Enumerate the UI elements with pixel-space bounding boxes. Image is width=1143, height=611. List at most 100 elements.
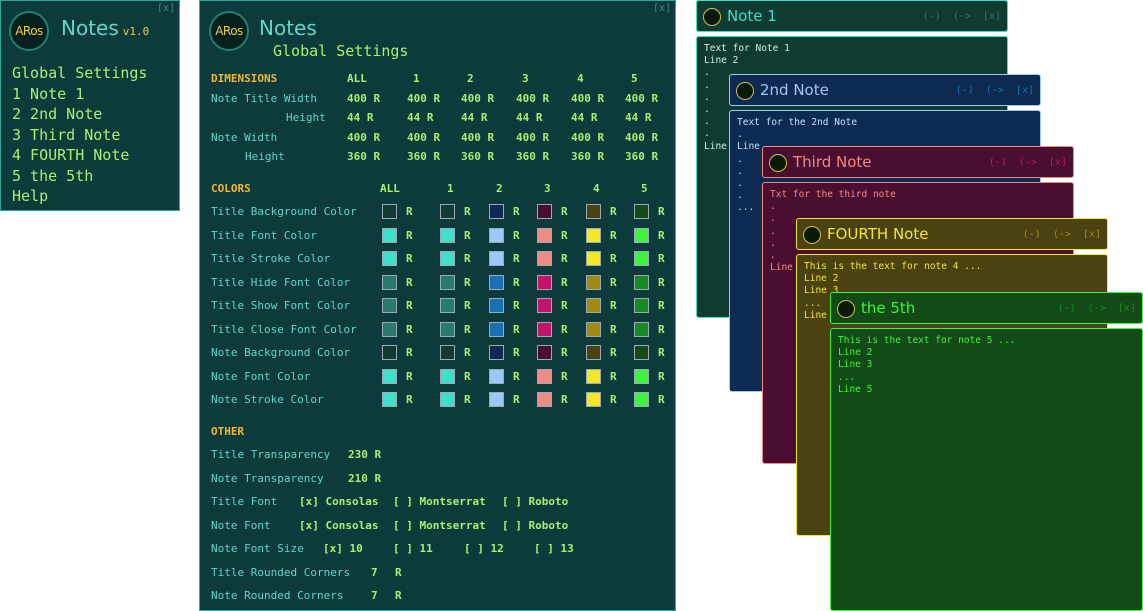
menu-item[interactable]: Global Settings bbox=[12, 63, 147, 84]
color-swatch[interactable] bbox=[537, 227, 552, 243]
note-title-bar[interactable]: Note 1 (-) (-> [x] bbox=[696, 0, 1008, 32]
color-swatch[interactable] bbox=[489, 274, 504, 290]
color-swatch[interactable] bbox=[634, 392, 649, 407]
note-rounded-corners-reset[interactable]: R bbox=[395, 589, 402, 602]
color-swatch[interactable] bbox=[586, 227, 601, 243]
reset-button[interactable]: R bbox=[406, 370, 413, 383]
color-swatch[interactable] bbox=[537, 392, 552, 407]
reset-button[interactable]: R bbox=[658, 205, 665, 218]
color-swatch[interactable] bbox=[586, 368, 601, 384]
note-font-size-option[interactable]: [ ] 11 bbox=[393, 542, 433, 555]
reset-button[interactable]: R bbox=[464, 276, 471, 289]
note-title-bar[interactable]: FOURTH Note (-) (-> [x] bbox=[796, 218, 1108, 250]
note-font-option[interactable]: [ ] Roboto bbox=[502, 519, 568, 532]
color-swatch[interactable] bbox=[586, 321, 601, 337]
menu-item[interactable]: 5 the 5th bbox=[12, 166, 147, 187]
color-swatch[interactable] bbox=[586, 298, 601, 313]
color-swatch[interactable] bbox=[440, 204, 455, 219]
dimension-value[interactable]: 360 R bbox=[571, 150, 604, 163]
note-transparency-value[interactable]: 210 R bbox=[348, 472, 381, 485]
note-font-size-option[interactable]: [ ] 12 bbox=[464, 542, 504, 555]
dimension-value[interactable]: 400 R bbox=[571, 92, 604, 105]
color-swatch[interactable] bbox=[634, 321, 649, 337]
note-controls[interactable]: (-) (-> [x] bbox=[1058, 303, 1136, 314]
color-swatch[interactable] bbox=[634, 274, 649, 290]
color-swatch[interactable] bbox=[634, 251, 649, 266]
dimension-value[interactable]: 44 R bbox=[461, 111, 488, 124]
color-swatch[interactable] bbox=[382, 345, 397, 360]
dimension-value[interactable]: 400 R bbox=[516, 131, 549, 144]
reset-button[interactable]: R bbox=[610, 205, 617, 218]
color-swatch[interactable] bbox=[537, 345, 552, 360]
color-swatch[interactable] bbox=[489, 204, 504, 219]
note-font-size-option[interactable]: [x] 10 bbox=[323, 542, 363, 555]
dimension-value[interactable]: 44 R bbox=[407, 111, 434, 124]
color-swatch[interactable] bbox=[586, 392, 601, 407]
settings-close-button[interactable]: [x] bbox=[653, 3, 671, 14]
reset-button[interactable]: R bbox=[513, 370, 520, 383]
reset-button[interactable]: R bbox=[406, 252, 413, 265]
reset-button[interactable]: R bbox=[561, 276, 568, 289]
note-title-bar[interactable]: the 5th (-) (-> [x] bbox=[830, 292, 1143, 324]
reset-button[interactable]: R bbox=[464, 299, 471, 312]
color-swatch[interactable] bbox=[489, 298, 504, 313]
note-controls[interactable]: (-) (-> [x] bbox=[1023, 229, 1101, 240]
color-swatch[interactable] bbox=[537, 368, 552, 384]
reset-button[interactable]: R bbox=[658, 276, 665, 289]
color-swatch[interactable] bbox=[489, 368, 504, 384]
menu-item[interactable]: 2 2nd Note bbox=[12, 104, 147, 125]
reset-button[interactable]: R bbox=[658, 252, 665, 265]
dimension-value[interactable]: 400 R bbox=[461, 92, 494, 105]
color-swatch[interactable] bbox=[537, 298, 552, 313]
note-controls[interactable]: (-) (-> [x] bbox=[956, 85, 1034, 96]
color-swatch[interactable] bbox=[634, 227, 649, 243]
color-swatch[interactable] bbox=[382, 392, 397, 407]
dimension-value[interactable]: 400 R bbox=[625, 131, 658, 144]
dimension-value[interactable]: 400 R bbox=[516, 92, 549, 105]
reset-button[interactable]: R bbox=[513, 276, 520, 289]
color-swatch[interactable] bbox=[634, 345, 649, 360]
title-rounded-corners-reset[interactable]: R bbox=[395, 566, 402, 579]
color-swatch[interactable] bbox=[537, 274, 552, 290]
color-swatch[interactable] bbox=[382, 227, 397, 243]
dimension-value[interactable]: 44 R bbox=[625, 111, 652, 124]
reset-button[interactable]: R bbox=[658, 370, 665, 383]
color-swatch[interactable] bbox=[440, 345, 455, 360]
color-swatch[interactable] bbox=[586, 345, 601, 360]
note-title-bar[interactable]: 2nd Note (-) (-> [x] bbox=[729, 74, 1041, 106]
menu-item[interactable]: 1 Note 1 bbox=[12, 84, 147, 105]
reset-button[interactable]: R bbox=[513, 346, 520, 359]
color-swatch[interactable] bbox=[440, 298, 455, 313]
reset-button[interactable]: R bbox=[406, 299, 413, 312]
reset-button[interactable]: R bbox=[658, 393, 665, 406]
reset-button[interactable]: R bbox=[561, 252, 568, 265]
reset-button[interactable]: R bbox=[561, 393, 568, 406]
reset-button[interactable]: R bbox=[406, 205, 413, 218]
note-body[interactable]: This is the text for note 5 ... Line 2 L… bbox=[830, 328, 1143, 611]
reset-button[interactable]: R bbox=[658, 346, 665, 359]
menu-item[interactable]: 3 Third Note bbox=[12, 125, 147, 146]
dimension-value[interactable]: 44 R bbox=[347, 111, 374, 124]
dimension-value[interactable]: 360 R bbox=[461, 150, 494, 163]
color-swatch[interactable] bbox=[537, 204, 552, 219]
reset-button[interactable]: R bbox=[464, 370, 471, 383]
color-swatch[interactable] bbox=[440, 274, 455, 290]
color-swatch[interactable] bbox=[586, 204, 601, 219]
reset-button[interactable]: R bbox=[658, 229, 665, 242]
reset-button[interactable]: R bbox=[513, 205, 520, 218]
color-swatch[interactable] bbox=[634, 368, 649, 384]
reset-button[interactable]: R bbox=[464, 393, 471, 406]
reset-button[interactable]: R bbox=[658, 323, 665, 336]
color-swatch[interactable] bbox=[382, 251, 397, 266]
reset-button[interactable]: R bbox=[464, 346, 471, 359]
title-font-option[interactable]: [ ] Roboto bbox=[502, 495, 568, 508]
reset-button[interactable]: R bbox=[610, 323, 617, 336]
note-rounded-corners-value[interactable]: 7 bbox=[371, 589, 378, 602]
reset-button[interactable]: R bbox=[561, 229, 568, 242]
title-font-option[interactable]: [ ] Montserrat bbox=[393, 495, 486, 508]
dimension-value[interactable]: 360 R bbox=[625, 150, 658, 163]
dimension-value[interactable]: 400 R bbox=[347, 131, 380, 144]
dimension-value[interactable]: 44 R bbox=[571, 111, 598, 124]
dimension-value[interactable]: 360 R bbox=[407, 150, 440, 163]
reset-button[interactable]: R bbox=[406, 323, 413, 336]
